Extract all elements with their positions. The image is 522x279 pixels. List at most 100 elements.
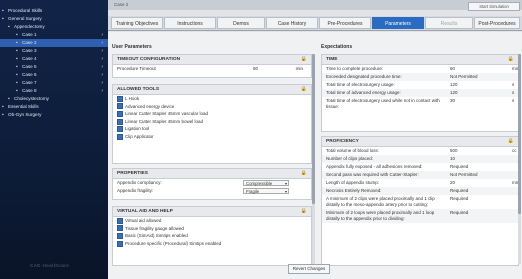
sidebar-item[interactable]: ▪ Case 1 › <box>0 31 108 39</box>
appendix-fragility-select[interactable]: Fragile <box>243 188 289 195</box>
appendix-compliancy-select[interactable]: Compressible <box>243 180 289 187</box>
left-scrollbar-thumb[interactable] <box>312 54 315 204</box>
expectation-value[interactable]: Not Permitted <box>450 172 478 178</box>
virtual-aid-header: VIRTUAL AID AND HELP 🔒 <box>113 207 311 217</box>
right-scrollbar-thumb[interactable] <box>518 54 521 214</box>
checkbox-row[interactable]: Advanced energy device <box>113 103 311 111</box>
tab-training-objectives[interactable]: Training Objectives <box>111 17 163 29</box>
bullet-icon: ▪ <box>2 16 4 22</box>
chevron-right-icon: › <box>101 32 103 38</box>
sidebar-item[interactable]: ▪ Case 7 › <box>0 79 108 87</box>
sidebar-item[interactable]: ▪ Case 5 › <box>0 63 108 71</box>
bullet-icon: ▪ <box>16 72 18 78</box>
expectation-label: A minimum of 2 clips were placed proxima… <box>326 196 435 207</box>
sidebar-item[interactable]: ▪ Case 8 › <box>0 87 108 95</box>
checkbox-row[interactable]: Procedure specific (Procedural) Simtips … <box>113 240 311 248</box>
tab-instructions[interactable]: Instructions <box>164 17 216 29</box>
checkbox-row[interactable]: Virtual aid allowed <box>113 217 311 225</box>
proficiency-title: PROFICIENCY <box>326 139 359 144</box>
user-parameters-title: User Parameters <box>112 44 152 50</box>
checkbox[interactable] <box>117 217 123 224</box>
lock-icon[interactable]: 🔒 <box>301 85 307 94</box>
checkbox-row[interactable]: Ligation tool <box>113 125 311 133</box>
expectation-row: Time to complete procedure: 60 min <box>322 65 519 73</box>
checkbox-row[interactable]: Linear Cutter Stapler 45mm vascular load <box>113 110 311 118</box>
checkbox[interactable] <box>117 233 123 239</box>
appendix-fragility-label: Appendix fragility: <box>117 188 154 193</box>
sidebar-item-label: Case 1 <box>22 32 37 37</box>
expectation-value[interactable]: Required <box>450 196 468 202</box>
checkbox-row[interactable]: Linear Cutter Stapler 45mm bowel load <box>113 118 311 126</box>
expectation-value[interactable]: Required <box>450 210 468 216</box>
left-scrollbar[interactable] <box>312 54 315 264</box>
chevron-right-icon: › <box>101 88 103 94</box>
time-header: TIME 🔒 <box>322 55 518 65</box>
checkbox[interactable] <box>117 240 123 247</box>
time-title: TIME <box>326 57 338 62</box>
lock-icon[interactable]: 🔒 <box>301 207 307 216</box>
checkbox[interactable] <box>117 111 123 117</box>
sidebar-item-label: Case 7 <box>22 80 37 85</box>
sidebar-item[interactable]: ▪ Case 3 › <box>0 47 108 55</box>
sidebar-item[interactable]: ▪ Case 6 › <box>0 71 108 79</box>
expectation-value[interactable]: 20 <box>450 180 455 186</box>
expectation-value[interactable]: Required <box>450 164 468 170</box>
checkbox-row[interactable]: Clip Applicator <box>113 133 311 141</box>
checkbox[interactable] <box>117 126 123 133</box>
sidebar-item[interactable]: ▪ Procedural Skills <box>0 7 108 15</box>
properties-panel: PROPERTIES 🔒 Appendix compliancy: Compres… <box>112 168 312 200</box>
checkbox-row[interactable]: Tissue fragility gauge allowed <box>113 225 311 233</box>
tab-demos[interactable]: Demos <box>217 17 265 29</box>
expectation-row: Minimum of 2 loops were placed proximall… <box>322 209 518 223</box>
sidebar-item[interactable]: ▪ Ob-Gyn Surgery <box>0 111 108 119</box>
sidebar-item-label: Case 3 <box>22 48 37 53</box>
checkbox-label: Basic (SimAid) Simtips enabled <box>125 233 188 239</box>
expectation-value[interactable]: Required <box>450 188 468 194</box>
expectation-value[interactable]: 500 <box>450 148 458 154</box>
expectation-value[interactable]: Not Permitted <box>450 74 478 80</box>
checkbox-label: Tissue fragility gauge allowed <box>125 225 184 231</box>
lock-icon[interactable]: 🔒 <box>508 137 514 146</box>
checkbox[interactable] <box>117 95 123 102</box>
start-simulation-button[interactable]: Start Simulation <box>468 2 520 11</box>
checkbox[interactable] <box>117 133 123 140</box>
checkbox[interactable] <box>117 225 123 232</box>
lock-icon[interactable]: 🔒 <box>301 55 307 64</box>
checkbox-label: Advanced energy device <box>125 103 175 109</box>
checkbox[interactable] <box>117 103 123 110</box>
sidebar-item[interactable]: ▪ Case 4 › <box>0 55 108 63</box>
checkbox-label: L Hook <box>125 96 140 101</box>
sidebar-item[interactable]: ▪ Case 2 › <box>0 39 108 47</box>
expectation-value[interactable]: 120 <box>450 90 458 96</box>
expectation-label: Total volume of blood loss: <box>326 148 380 153</box>
checkbox-row[interactable]: Basic (SimAid) Simtips enabled <box>113 232 311 240</box>
checkbox[interactable] <box>117 118 123 125</box>
expectation-row: Length of appendix stump: 20 mm <box>322 179 518 187</box>
tab-bar: Training Objectives Instructions Demos C… <box>108 16 522 31</box>
tab-case-history[interactable]: Case History <box>266 17 318 29</box>
bullet-icon: ▪ <box>16 88 18 94</box>
expectations-title: Expectations <box>321 44 353 50</box>
sidebar-item[interactable]: ▪ Cholecystectomy <box>0 95 108 103</box>
expectation-label: Second pass was required with Cutter-Sta… <box>326 172 419 177</box>
tab-pre-procedures[interactable]: Pre-Procedures <box>319 17 371 29</box>
expectation-value[interactable]: 60 <box>450 66 455 72</box>
tab-post-procedures[interactable]: Post-Procedures <box>474 17 520 29</box>
lock-icon[interactable]: 🔒 <box>508 55 514 64</box>
expectation-value[interactable]: 10 <box>450 156 455 162</box>
expectation-value[interactable]: 30 <box>450 98 455 104</box>
sidebar-item[interactable]: ▪ Appendectomy <box>0 23 108 31</box>
revert-changes-button[interactable]: Revert Changes <box>288 264 330 274</box>
expectation-value[interactable]: 120 <box>450 82 458 88</box>
expectation-label: Minimum of 2 loops were placed proximall… <box>326 210 435 221</box>
tab-parameters[interactable]: Parameters <box>372 17 424 29</box>
expectation-label: Length of appendix stump: <box>326 180 380 185</box>
sidebar-item-label: Appendectomy <box>14 24 45 29</box>
sidebar-item[interactable]: ▪ General Surgery <box>0 15 108 23</box>
checkbox-row[interactable]: L Hook <box>113 95 311 103</box>
procedure-timeout-value[interactable]: 60 <box>253 65 258 73</box>
sidebar-item-label: Case 2 <box>22 40 37 45</box>
right-scrollbar[interactable] <box>518 54 521 264</box>
sidebar-item[interactable]: ▪ Essential Skills <box>0 103 108 111</box>
lock-icon[interactable]: 🔒 <box>301 169 307 178</box>
